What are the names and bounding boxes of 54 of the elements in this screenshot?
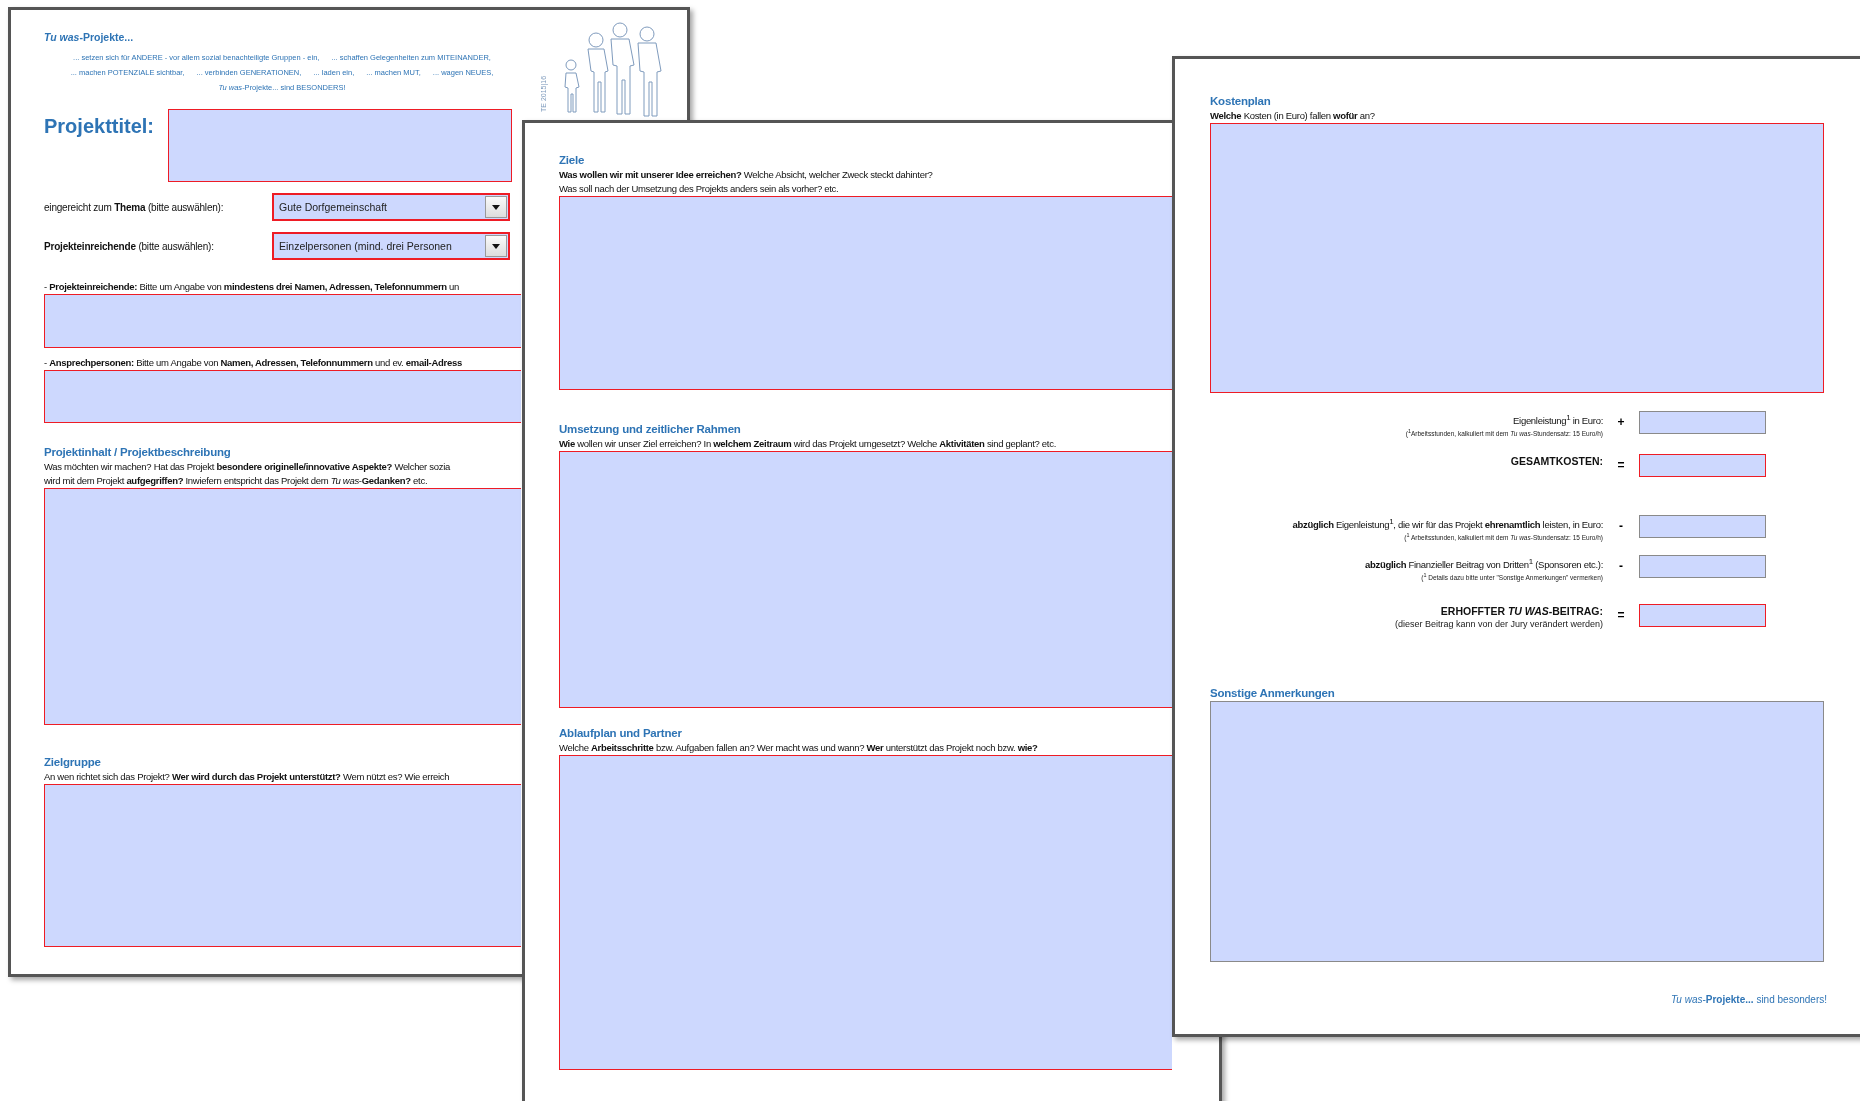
section-heading: Ablaufplan und Partner: [559, 726, 682, 741]
instruction-text: Welche Kosten (in Euro) fallen wofür an?: [1210, 109, 1375, 123]
text-field[interactable]: [559, 755, 1172, 1070]
operator-sign: =: [1617, 606, 1625, 624]
instruction-text: Was möchten wir machen? Hat das Projekt besondere originelle/innovative Aspekte? Welcher sozia: [44, 460, 450, 474]
dropdown-button[interactable]: [485, 196, 507, 218]
text-field[interactable]: [559, 451, 1172, 708]
instruction-text: - Projekteinreichende: Bitte um Angabe von mindestens drei Namen, Adressen, Telefonnummern un: [44, 280, 460, 294]
operator-sign: -: [1619, 557, 1623, 575]
instruction-text: - Ansprechpersonen: Bitte um Angabe von Namen, Adressen, Telefonnummern und ev. email-Adress: [44, 356, 462, 370]
footnote-text: (dieser Beitrag kann von der Jury verändert werden): [1394, 618, 1603, 630]
operator-sign: +: [1617, 414, 1625, 431]
field-label: eingereicht zum Thema (bitte auswählen):: [44, 201, 224, 213]
text-field[interactable]: [44, 784, 521, 947]
section-heading: Kostenplan: [1210, 94, 1271, 109]
dropdown-field[interactable]: Gute Dorfgemeinschaft: [272, 193, 510, 221]
instruction-text: An wen richtet sich das Projekt? Wer wird durch das Projekt unterstützt? Wem nützt es? Wie erreich: [44, 770, 450, 784]
cost-label: ERHOFFTER TU WAS-BEITRAG:: [1440, 603, 1603, 619]
text-field[interactable]: [168, 109, 512, 182]
text-field[interactable]: [44, 488, 521, 725]
text-field[interactable]: [1639, 554, 1766, 578]
text-field[interactable]: [559, 196, 1172, 390]
section-heading: Sonstige Anmerkungen: [1210, 685, 1335, 701]
caret-icon: [492, 204, 500, 210]
instruction-text: Was soll nach der Umsetzung des Projekts anders sein als vorher? etc.: [559, 182, 839, 196]
cost-label: abzüglich Eigenleistung$^{1}$, die wir für das Projekt ehrenamtlich leisten, in Euro:: [1292, 516, 1603, 532]
text-field[interactable]: [1639, 603, 1766, 627]
cost-label: Eigenleistung$^{1}$ in Euro:: [1513, 412, 1603, 428]
operator-sign: =: [1617, 457, 1625, 475]
text-field[interactable]: [1639, 515, 1766, 539]
instruction-text: wird mit dem Projekt aufgegriffen? Inwiefern entspricht das Projekt dem Tu was-Gedanken? etc.: [44, 474, 428, 488]
cost-label: GESAMTKOSTEN:: [1510, 454, 1603, 470]
section-heading: Zielgruppe: [44, 755, 101, 770]
instruction-text: Was wollen wir mit unserer Idee erreichen? Welche Absicht, welcher Zweck steckt dahinter?: [559, 168, 933, 182]
instruction-text: Wie wollen wir unser Ziel erreichen? In welchem Zeitraum wird das Projekt umgesetzt? Welche Aktivitäten sind geplant? etc.: [559, 437, 1056, 451]
text-field[interactable]: [1639, 411, 1766, 434]
text-field[interactable]: [44, 294, 521, 348]
field-label: Projekteinreichende (bitte auswählen):: [44, 240, 214, 252]
text-field[interactable]: [44, 370, 521, 423]
section-heading: Projektinhalt / Projektbeschreibung: [44, 445, 231, 460]
instruction-text: Welche Arbeitsschritte bzw. Aufgaben fallen an? Wer macht was und wann? Wer unterstützt das Projekt noch bzw. wie?: [559, 741, 1038, 755]
brand-text: Tu was-Projekte...: [44, 30, 134, 44]
text-field[interactable]: [1210, 123, 1824, 393]
title-label: Projekttitel:: [44, 114, 156, 139]
cost-label: abzüglich Finanzieller Beitrag von Dritten$^{1}$ (Sponsoren etc.):: [1365, 555, 1603, 571]
section-heading: Umsetzung und zeitlicher Rahmen: [559, 422, 741, 437]
dropdown-field[interactable]: Einzelpersonen (mind. drei Personen: [272, 232, 510, 260]
text-field[interactable]: [1210, 700, 1824, 962]
footer-text: Tu was-Projekte... sind besonders!: [1670, 993, 1827, 1005]
section-heading: Ziele: [559, 153, 585, 168]
caret-icon: [492, 243, 500, 249]
text-field[interactable]: [1639, 454, 1766, 478]
dropdown-button[interactable]: [485, 235, 507, 257]
operator-sign: -: [1619, 518, 1623, 536]
